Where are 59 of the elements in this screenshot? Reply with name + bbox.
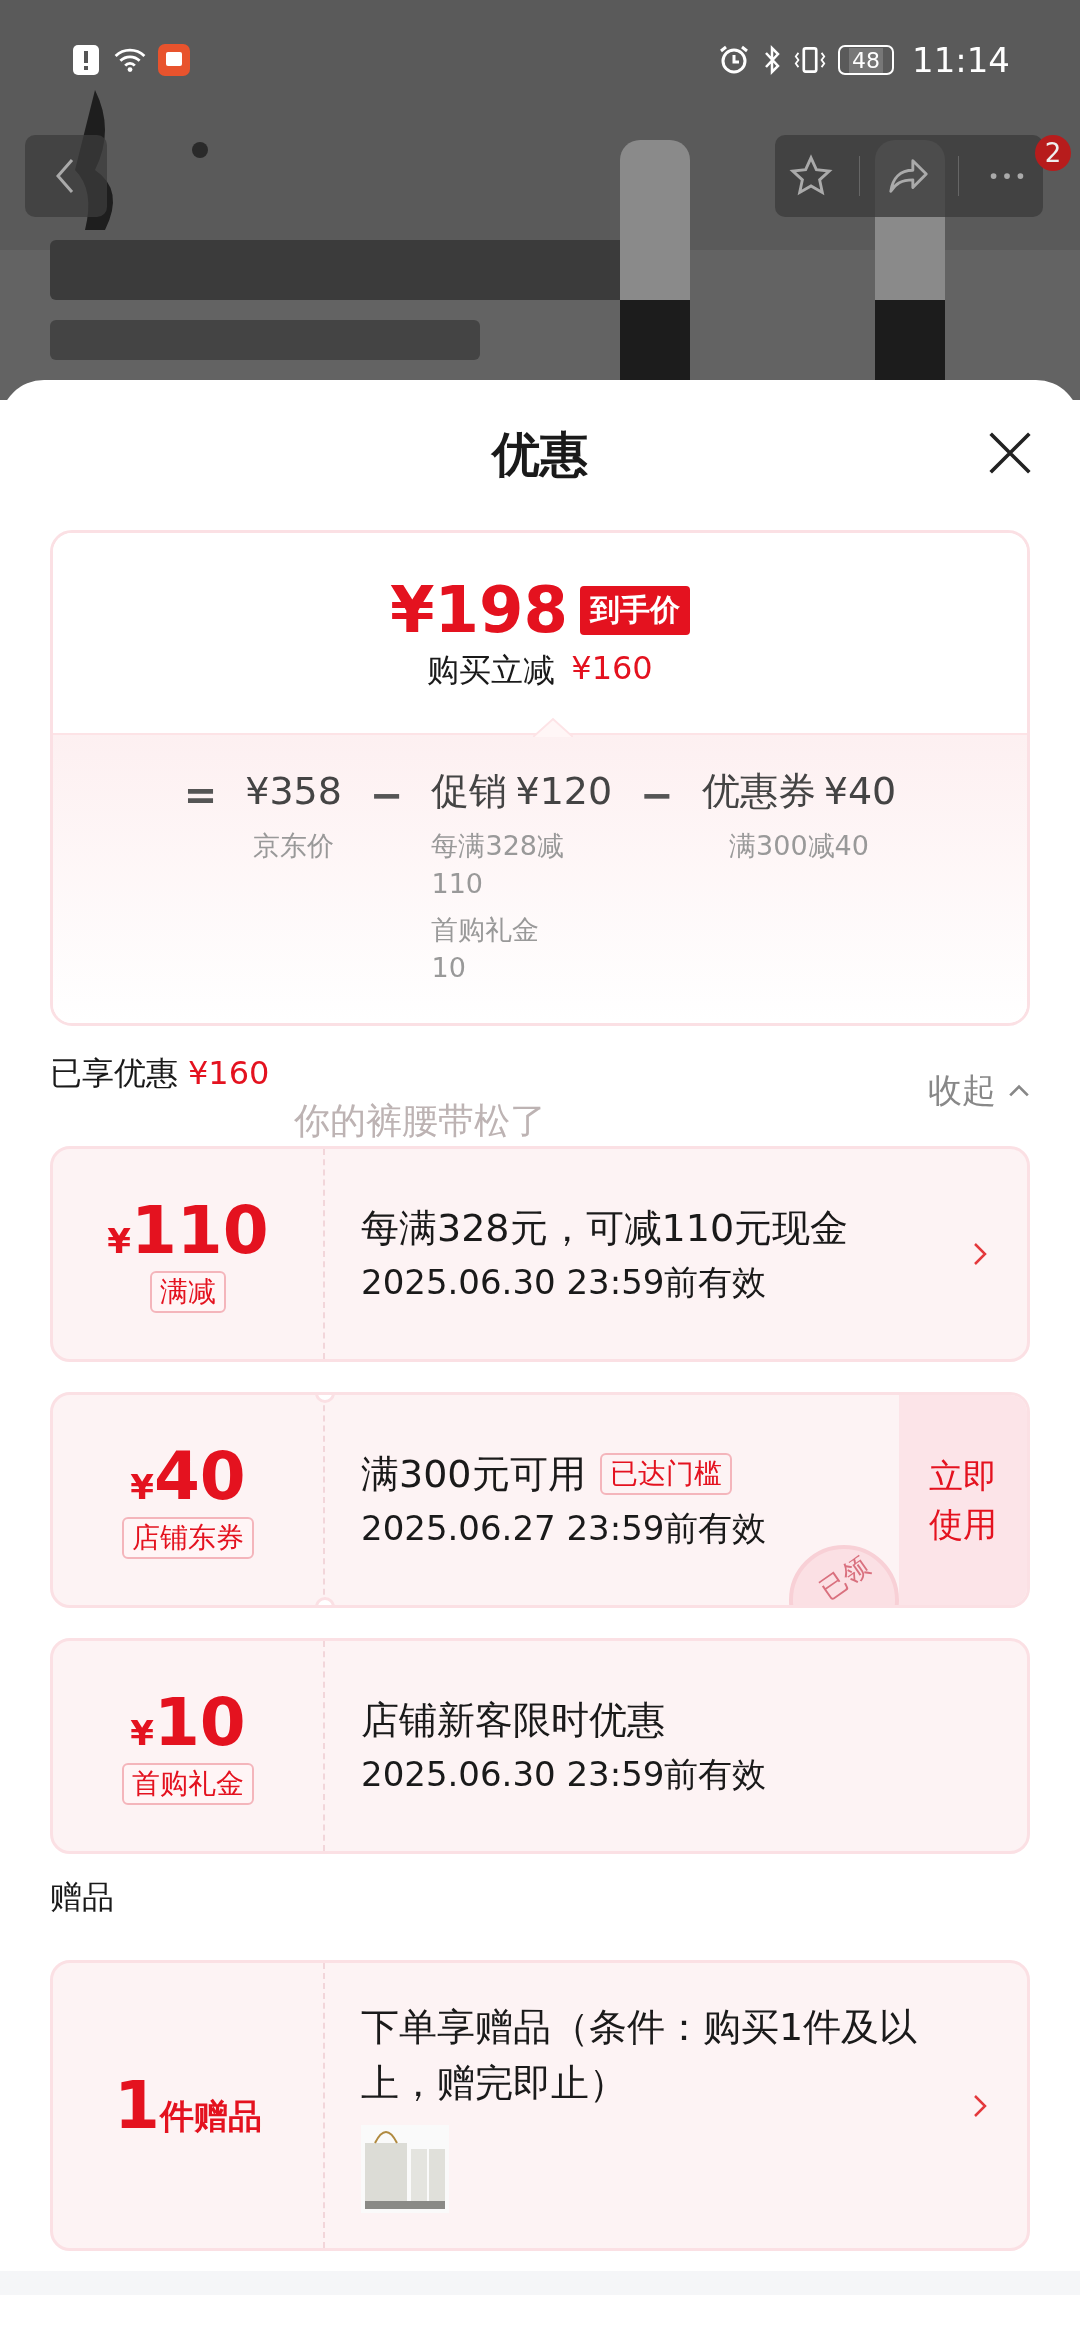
clock-time: 11:14	[912, 40, 1010, 80]
discount-label: 购买立减	[427, 650, 556, 691]
offer-card[interactable]: ¥10 首购礼金 店铺新客限时优惠 2025.06.30 23:59前有效	[50, 1638, 1030, 1854]
breakdown-note: 满300减40	[729, 829, 869, 863]
breakdown-amount: ¥40	[823, 768, 897, 815]
breakdown-note: 京东价	[253, 829, 335, 863]
alarm-icon	[718, 44, 750, 76]
validity-text: 2025.06.30 23:59前有效	[361, 1260, 768, 1304]
operator-sign: −	[640, 771, 674, 820]
offer-tag: 满减	[150, 1271, 226, 1313]
offer-card[interactable]: ¥40 店铺东券 满300元可用 已达门槛 2025.06.27 23:59前有效 已领 立即使用	[50, 1392, 1030, 1608]
enjoyed-amount: ¥160	[188, 1054, 270, 1092]
breakdown-note-value: 10	[431, 951, 467, 985]
gift-title: 下单享赠品（条件：购买1件及以上，赠完即止）	[361, 2003, 919, 2107]
gift-unit: 件赠品	[159, 2095, 262, 2138]
offer-amount: 10	[153, 1687, 246, 1759]
section-heading: 赠品	[50, 1877, 115, 1918]
alert-icon	[70, 44, 102, 76]
validity-text: 2025.06.27 23:59前有效	[361, 1506, 768, 1550]
battery-icon: 48	[838, 45, 894, 75]
breakdown-label: 优惠券	[701, 768, 816, 815]
breakdown-amount: ¥358	[245, 768, 342, 815]
collapse-toggle[interactable]: 收起	[928, 1068, 1030, 1114]
final-price: ¥198	[389, 573, 569, 647]
offer-tag: 首购礼金	[122, 1763, 254, 1805]
vibrate-icon	[794, 44, 826, 76]
validity-text: 2025.06.30 23:59前有效	[361, 1752, 768, 1796]
breakdown-label: 促销	[431, 768, 508, 815]
back-button[interactable]	[25, 135, 107, 217]
offer-card[interactable]: ¥110 满减 每满328元，可减110元现金 2025.06.30 23:59前有效	[50, 1146, 1030, 1362]
status-tag: 已达门槛	[599, 1453, 732, 1495]
gift-count: 1	[114, 2067, 160, 2144]
breakdown-note: 每满328减	[431, 829, 566, 863]
breakdown-note-value: 110	[431, 867, 485, 901]
offer-title: 满300元可用	[361, 1450, 586, 1498]
offer-amount: 110	[130, 1195, 269, 1267]
currency-symbol: ¥	[107, 1221, 131, 1261]
enjoyed-label: 已享优惠	[50, 1054, 178, 1092]
use-now-button[interactable]: 立即使用	[899, 1395, 1027, 1605]
currency-symbol: ¥	[130, 1713, 154, 1753]
offer-amount: 40	[153, 1441, 246, 1513]
floating-text: 你的裤腰带松了	[294, 1099, 546, 1143]
operator-sign: −	[369, 771, 404, 820]
offer-title: 店铺新客限时优惠	[361, 1696, 665, 1744]
bluetooth-icon	[762, 44, 782, 76]
caret-icon	[1008, 1084, 1030, 1098]
currency-symbol: ¥	[130, 1467, 154, 1507]
gift-card[interactable]: 1件赠品 下单享赠品（条件：购买1件及以上，赠完即止）	[50, 1960, 1030, 2251]
sheet-title: 优惠	[492, 425, 588, 484]
claimed-stamp: 已领	[789, 1545, 899, 1605]
offer-tag: 店铺东券	[122, 1517, 254, 1559]
breakdown-amount: ¥120	[515, 768, 613, 815]
discount-amount: ¥160	[571, 649, 653, 689]
final-price-tag: 到手价	[580, 585, 691, 635]
app-icon	[158, 44, 190, 76]
close-icon[interactable]	[987, 430, 1033, 476]
offer-title: 每满328元，可减110元现金	[361, 1204, 849, 1252]
breakdown-note: 首购礼金	[431, 913, 541, 947]
operator-sign: =	[183, 771, 218, 820]
